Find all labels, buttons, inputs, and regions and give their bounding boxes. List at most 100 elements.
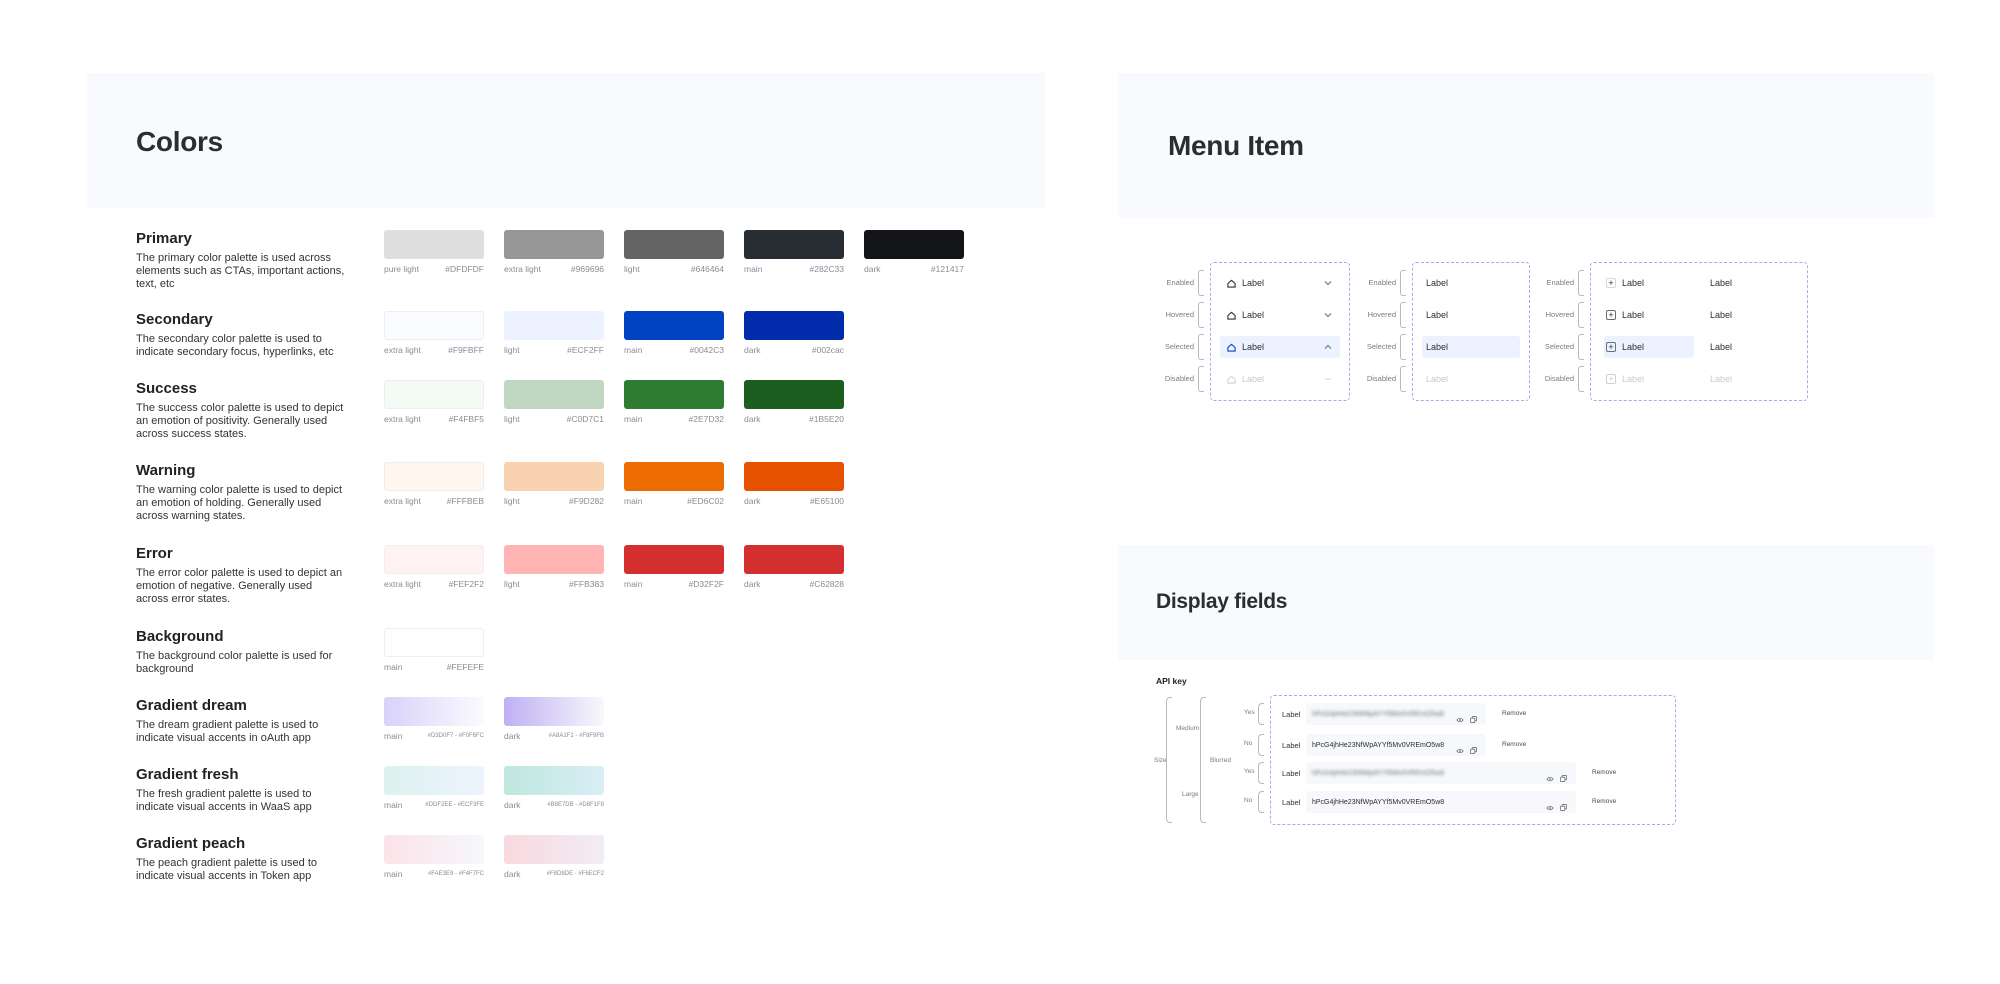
state-bracket	[1400, 302, 1406, 328]
menu-state-label: Hovered	[1545, 310, 1574, 319]
menu-item-label: Label	[1710, 374, 1733, 384]
eye-icon[interactable]	[1456, 710, 1464, 728]
menu-item: + Label	[1604, 368, 1694, 390]
color-swatch	[624, 311, 724, 340]
color-swatch	[744, 311, 844, 340]
state-bracket	[1198, 302, 1204, 328]
chevron-up-icon	[1324, 343, 1332, 351]
color-swatch	[504, 766, 604, 795]
swatch-name: main	[384, 662, 403, 672]
menu-item[interactable]: + Label	[1604, 304, 1694, 326]
menu-item-label: Label	[1622, 374, 1645, 384]
menu-item[interactable]: Label	[1422, 272, 1520, 294]
copy-icon[interactable]	[1560, 769, 1567, 787]
color-swatch	[864, 230, 964, 259]
blurred-state-label: Yes	[1244, 709, 1255, 716]
api-key-field[interactable]: hPcG4jhHe23NfWpAYYf5Mv0VREmO5w8	[1306, 762, 1576, 784]
copy-icon[interactable]	[1560, 798, 1567, 816]
copy-icon[interactable]	[1470, 710, 1477, 728]
field-label: Label	[1282, 768, 1301, 778]
menu-item-label: Label	[1710, 342, 1733, 352]
remove-link[interactable]: Remove	[1592, 769, 1616, 776]
home-icon	[1226, 342, 1236, 352]
api-key-field[interactable]: hPcG4jhHe23NfWpAYYf5Mv0VREmO5w8	[1306, 791, 1576, 813]
menu-item-label: Label	[1242, 374, 1265, 384]
swatch-hex: #646464	[690, 264, 724, 274]
menu-item[interactable]: Label	[1710, 304, 1790, 326]
swatch-name: dark	[864, 264, 881, 274]
color-swatch	[624, 380, 724, 409]
color-group-description: The secondary color palette is used to i…	[136, 333, 334, 358]
swatch-name: extra light	[384, 579, 421, 589]
color-group-title: Background	[136, 628, 224, 645]
eye-icon[interactable]	[1456, 741, 1464, 759]
swatch-hex: #FAE3E9 - #F4F7FC	[427, 871, 484, 877]
swatch-hex: #C62828	[809, 579, 844, 589]
eye-icon[interactable]	[1546, 798, 1554, 816]
color-group-title: Success	[136, 380, 197, 397]
swatch-hex: #FFFBEB	[446, 496, 484, 506]
color-swatch	[504, 462, 604, 491]
color-group-title: Error	[136, 545, 173, 562]
menu-item[interactable]: Label	[1710, 336, 1790, 358]
chevron-down-icon	[1324, 279, 1332, 287]
size-bracket	[1166, 697, 1172, 823]
menu-item[interactable]: Label	[1220, 272, 1340, 294]
color-swatch	[384, 628, 484, 657]
blurred-label: Blurred	[1210, 757, 1231, 764]
menu-state-label: Selected	[1164, 342, 1194, 351]
swatch-hex: #969696	[570, 264, 604, 274]
medium-label: Medium	[1176, 725, 1200, 732]
swatch-hex: #121417	[930, 264, 964, 274]
menu-item-label: Label	[1426, 278, 1449, 288]
menu-item[interactable]: + Label	[1604, 336, 1694, 358]
copy-icon[interactable]	[1470, 741, 1477, 759]
remove-link[interactable]: Remove	[1502, 710, 1526, 717]
colors-title: Colors	[136, 126, 223, 157]
swatch-hex: #D3D0F7 - #F0F6FC	[427, 733, 484, 739]
menu-item[interactable]: Label	[1710, 272, 1790, 294]
swatch-name: dark	[744, 496, 761, 506]
swatch-name: extra light	[504, 264, 541, 274]
color-group-description: The dream gradient palette is used to in…	[136, 719, 319, 744]
swatch-name: dark	[744, 579, 761, 589]
color-group-description: The fresh gradient palette is used to in…	[136, 788, 312, 813]
color-swatch	[504, 835, 604, 864]
state-bracket	[1578, 270, 1584, 296]
large-label: Large	[1182, 791, 1199, 798]
swatch-name: dark	[504, 731, 521, 741]
remove-link[interactable]: Remove	[1592, 798, 1616, 805]
remove-link[interactable]: Remove	[1502, 741, 1526, 748]
swatch-hex: #B8E7DB - #D8F1F8	[547, 802, 604, 808]
swatch-name: light	[504, 345, 520, 355]
swatch-hex: #F9FBFF	[448, 345, 484, 355]
menu-item[interactable]: Label	[1220, 336, 1340, 358]
color-swatch	[384, 545, 484, 574]
chevron-down-icon	[1324, 311, 1332, 319]
color-group-title: Primary	[136, 230, 192, 247]
minus-icon	[1324, 375, 1332, 383]
color-swatch	[624, 545, 724, 574]
menu-state-label: Enabled	[1546, 278, 1574, 287]
swatch-hex: #0042C3	[689, 345, 724, 355]
swatch-name: main	[624, 345, 643, 355]
swatch-name: extra light	[384, 496, 421, 506]
menu-item-label: Label	[1622, 278, 1645, 288]
color-group-description: The error color palette is used to depic…	[136, 567, 343, 605]
swatch-hex: #DDF2EE - #ECF3FE	[425, 802, 484, 808]
swatch-hex: #DFDFDF	[445, 264, 484, 274]
swatch-name: main	[384, 731, 403, 741]
color-swatch	[384, 835, 484, 864]
field-actions	[1546, 769, 1567, 787]
row-bracket	[1258, 791, 1264, 813]
menu-item-label: Label	[1242, 310, 1265, 320]
color-swatch	[384, 697, 484, 726]
menu-item[interactable]: + Label	[1604, 272, 1694, 294]
menu-state-label: Enabled	[1166, 278, 1194, 287]
menu-state-label: Selected	[1366, 342, 1396, 351]
menu-item[interactable]: Label	[1422, 304, 1520, 326]
menu-item[interactable]: Label	[1422, 336, 1520, 358]
menu-item[interactable]: Label	[1220, 304, 1340, 326]
field-label: Label	[1282, 740, 1301, 750]
eye-icon[interactable]	[1546, 769, 1554, 787]
